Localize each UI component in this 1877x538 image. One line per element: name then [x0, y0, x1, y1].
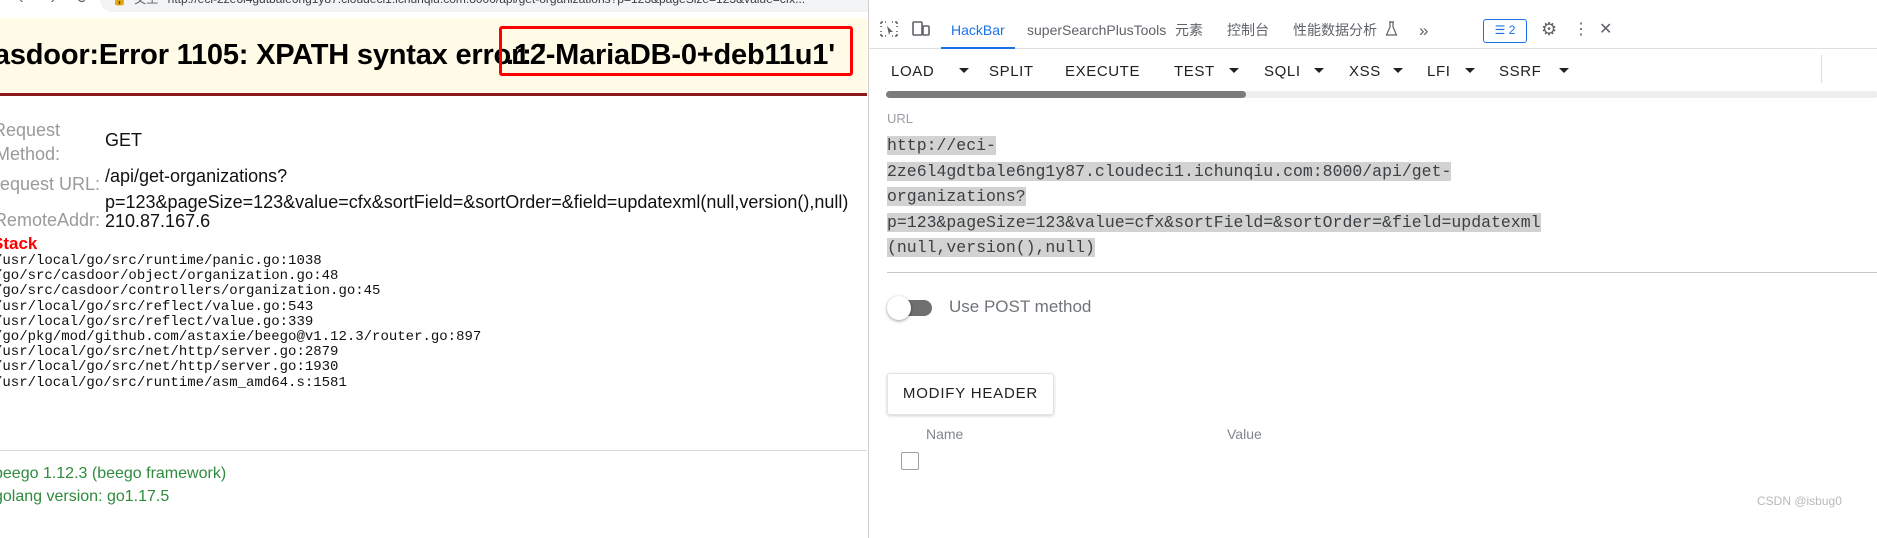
url-text-line-5: (null,version(),null) — [887, 238, 1095, 257]
horizontal-scrollbar-thumb[interactable] — [886, 91, 1246, 98]
version-info-list: beego 1.12.3 (beego framework) golang ver… — [0, 462, 226, 508]
url-field-label: URL — [887, 111, 914, 126]
tab-supersearchplustools[interactable]: superSearchPlusTools — [1017, 12, 1176, 47]
load-button[interactable]: LOAD — [891, 59, 934, 85]
use-post-method-toggle[interactable] — [887, 296, 935, 320]
error-banner-text: casdoor:Error 1105: XPATH syntax error: … — [0, 39, 547, 71]
divider — [0, 450, 867, 451]
message-icon: ☰ — [1494, 23, 1506, 37]
url-text-line-2: 2ze6l4gdtbale6ng1y87.cloudeci1.ichunqiu.… — [887, 161, 1452, 181]
url-text-line-4: p=123&pageSize=123&value=cfx&sortField=&… — [887, 212, 1541, 232]
header-row-checkbox[interactable] — [901, 452, 919, 470]
stack-trace-line: /usr/local/go/src/net/http/server.go:193… — [0, 359, 339, 376]
test-caret-icon[interactable] — [1229, 68, 1239, 73]
device-toolbar-icon[interactable] — [911, 20, 933, 40]
request-method-value: GET — [105, 130, 143, 150]
load-caret-icon[interactable] — [959, 68, 969, 73]
url-input[interactable]: http://eci- 2ze6l4gdtbale6ng1y87.cloudeci… — [887, 133, 1862, 261]
stack-trace-line: /go/src/casdoor/controllers/organization… — [0, 283, 381, 300]
version-line: golang version: go1.17.5 — [0, 488, 170, 505]
remote-addr-label: RemoteAddr: — [0, 210, 100, 230]
stack-trace-line: /usr/local/go/src/reflect/value.go:339 — [0, 313, 314, 330]
flask-icon — [1385, 21, 1399, 41]
toggle-knob — [887, 296, 911, 320]
toolbar-separator — [1821, 55, 1822, 83]
request-method-label: Request Method: — [0, 120, 60, 164]
stack-title: Stack — [0, 234, 38, 253]
request-url-label: Request URL: — [0, 174, 100, 194]
xss-button[interactable]: XSS — [1349, 59, 1381, 85]
header-name-column-label: Name — [926, 426, 964, 442]
overflow-tabs-button[interactable]: » — [1409, 12, 1438, 47]
version-line: beego 1.12.3 (beego framework) — [0, 465, 227, 482]
stack-trace-line: /usr/local/go/src/runtime/asm_amd64.s:15… — [0, 374, 347, 391]
stack-trace-list: /usr/local/go/src/runtime/panic.go:1038/… — [0, 253, 482, 391]
message-count-badge[interactable]: ☰ 2 — [1483, 19, 1527, 43]
xss-caret-icon[interactable] — [1393, 68, 1403, 73]
tab-hackbar[interactable]: HackBar — [941, 12, 1015, 49]
error-banner: casdoor:Error 1105: XPATH syntax error: … — [0, 18, 867, 96]
sqli-button[interactable]: SQLI — [1264, 59, 1301, 85]
use-post-method-label: Use POST method — [949, 297, 1092, 316]
stack-trace-line: /go/pkg/mod/github.com/astaxie/beego@v1.… — [0, 329, 482, 346]
inspect-element-icon[interactable] — [879, 20, 901, 40]
ssrf-button[interactable]: SSRF — [1499, 59, 1541, 85]
remote-addr-value: 210.87.167.6 — [105, 211, 211, 231]
stack-trace-line: /usr/local/go/src/reflect/value.go:543 — [0, 298, 314, 315]
casdoor-error-page: casdoor:Error 1105: XPATH syntax error: … — [0, 18, 867, 538]
execute-button[interactable]: EXECUTE — [1065, 59, 1140, 85]
split-button[interactable]: SPLIT — [989, 59, 1034, 85]
tab-performance-insights[interactable]: 性能数据分析 — [1283, 12, 1387, 47]
url-field-underline — [887, 272, 1877, 273]
address-bar-text: http://eci-2ze6l4gdtbale6ng1y87.cloudeci… — [168, 0, 805, 6]
kebab-menu-icon[interactable]: ⋮ — [1573, 19, 1589, 41]
header-value-column-label: Value — [1227, 426, 1262, 442]
translate-icon[interactable]: 文丄 — [134, 0, 158, 6]
request-url-value: /api/get-organizations? p=123&pageSize=1… — [105, 166, 849, 212]
devtools-tabbar: HackBar superSearchPlusTools 元素 控制台 性能数据… — [869, 12, 1877, 49]
tab-console[interactable]: 控制台 — [1217, 12, 1279, 47]
modify-header-button[interactable]: MODIFY HEADER — [887, 373, 1054, 415]
hackbar-toolbar: LOAD SPLIT EXECUTE TEST SQLI XSS LFI SSR… — [869, 49, 1877, 94]
test-button[interactable]: TEST — [1174, 59, 1215, 85]
lfi-button[interactable]: LFI — [1427, 59, 1450, 85]
lock-icon: 🔒 — [112, 0, 127, 6]
close-icon[interactable]: ✕ — [1599, 19, 1612, 41]
devtools-panel: HackBar superSearchPlusTools 元素 控制台 性能数据… — [868, 0, 1877, 538]
ssrf-caret-icon[interactable] — [1559, 68, 1569, 73]
url-text-line-3: organizations? — [887, 187, 1026, 206]
stack-trace-line: /usr/local/go/src/runtime/panic.go:1038 — [0, 253, 322, 269]
stack-trace-line: /go/src/casdoor/object/organization.go:4… — [0, 268, 339, 285]
message-count-text: 2 — [1508, 23, 1516, 37]
lfi-caret-icon[interactable] — [1465, 68, 1475, 73]
csdn-watermark: CSDN @isbug0 — [1757, 494, 1842, 508]
gear-icon[interactable]: ⚙ — [1541, 19, 1557, 41]
error-highlight-box — [499, 26, 853, 76]
stack-trace-line: /usr/local/go/src/net/http/server.go:287… — [0, 344, 339, 361]
sqli-caret-icon[interactable] — [1314, 68, 1324, 73]
tab-elements[interactable]: 元素 — [1165, 12, 1213, 47]
url-text-line-1: http://eci- — [887, 136, 996, 155]
